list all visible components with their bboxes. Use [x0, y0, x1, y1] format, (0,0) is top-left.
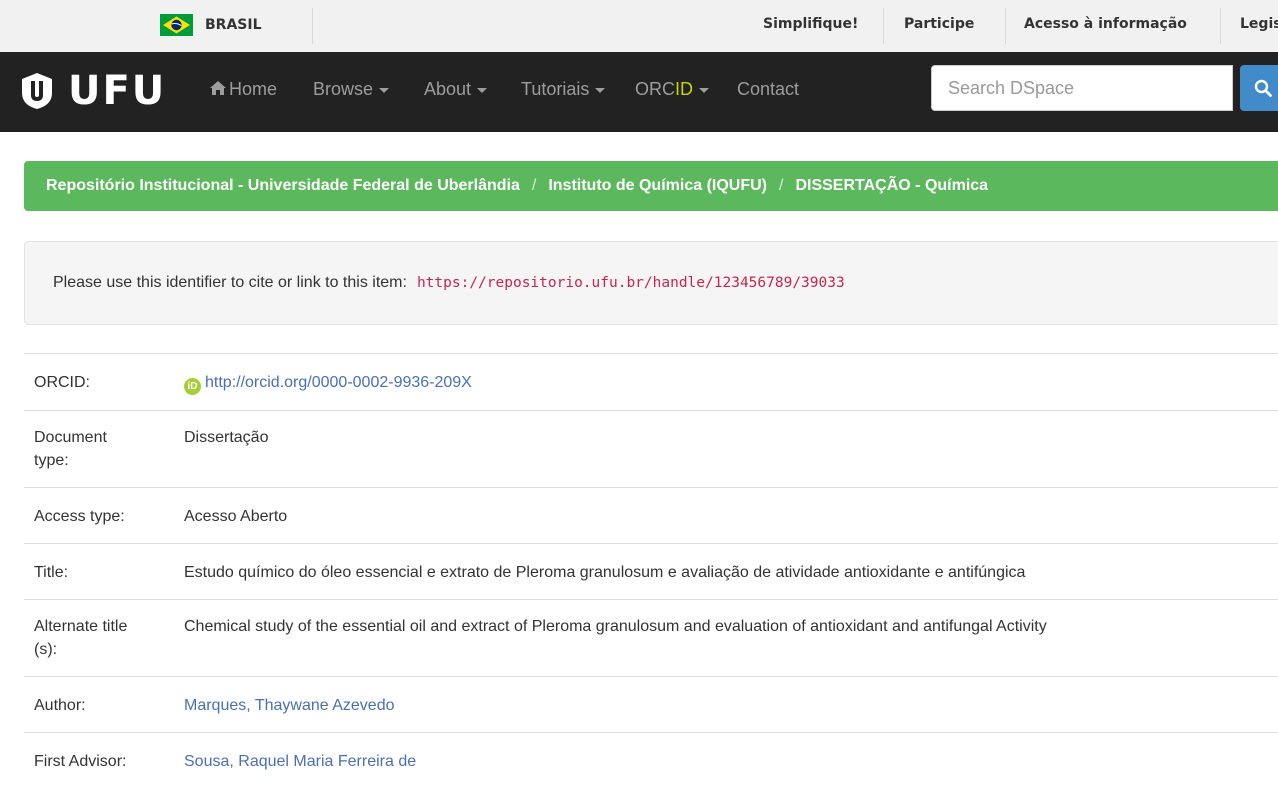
author-link[interactable]: Marques, Thaywane Azevedo	[184, 697, 395, 714]
title-label: Title:	[34, 544, 154, 599]
orcid-icon: iD	[184, 378, 201, 395]
breadcrumb: Repositório Institucional - Universidade…	[24, 161, 1278, 211]
breadcrumb-item-repository[interactable]: Repositório Institucional - Universidade…	[46, 177, 520, 195]
table-row-title: Title: Estudo químico do óleo essencial …	[24, 544, 1278, 600]
gov-country-label: BRASIL	[205, 17, 262, 33]
document-type-label-line2: type:	[34, 452, 69, 469]
document-type-value: Dissertação	[184, 411, 1278, 464]
breadcrumb-separator: /	[779, 177, 783, 195]
brazil-flag-icon	[160, 14, 193, 36]
home-icon	[209, 80, 227, 96]
nav-browse-label: Browse	[313, 79, 373, 99]
gov-link-acesso-informacao[interactable]: Acesso à informação	[1024, 16, 1187, 32]
gov-divider	[1220, 8, 1221, 44]
nav-browse[interactable]: Browse	[313, 79, 389, 100]
gov-divider	[883, 8, 884, 44]
chevron-down-icon	[699, 88, 709, 93]
gov-bar: BRASIL Simplifique! Participe Acesso à i…	[0, 0, 1278, 52]
chevron-down-icon	[477, 88, 487, 93]
ufu-shield-icon	[18, 71, 56, 111]
breadcrumb-item-institute[interactable]: Instituto de Química (IQUFU)	[548, 177, 767, 195]
orcid-link[interactable]: http://orcid.org/0000-0002-9936-209X	[205, 374, 472, 391]
title-value: Estudo químico do óleo essencial e extra…	[184, 544, 1278, 599]
nav-orcid[interactable]: ORCID	[635, 79, 709, 100]
nav-contact-label: Contact	[737, 79, 799, 99]
table-row-alternate-title: Alternate title (s): Chemical study of th…	[24, 600, 1278, 677]
search-input[interactable]	[931, 65, 1233, 111]
table-row-document-type: Document type: Dissertação	[24, 411, 1278, 488]
search-icon	[1254, 79, 1272, 97]
gov-link-simplifique[interactable]: Simplifique!	[763, 16, 858, 32]
nav-orcid-label: ORC	[635, 79, 675, 99]
nav-home[interactable]: Home	[209, 79, 277, 100]
alternate-title-value: Chemical study of the essential oil and …	[184, 600, 1278, 653]
handle-url[interactable]: https://repositorio.ufu.br/handle/123456…	[417, 275, 845, 291]
first-advisor-label: First Advisor:	[34, 733, 154, 788]
cite-text: Please use this identifier to cite or li…	[53, 274, 407, 292]
nav-about[interactable]: About	[424, 79, 487, 100]
metadata-table: ORCID: iDhttp://orcid.org/0000-0002-9936…	[24, 353, 1278, 788]
table-row-first-advisor: First Advisor: Sousa, Raquel Maria Ferre…	[24, 733, 1278, 788]
nav-orcid-id-label: ID	[675, 79, 693, 99]
access-type-label: Access type:	[34, 488, 154, 543]
breadcrumb-separator: /	[532, 177, 536, 195]
gov-link-participe[interactable]: Participe	[904, 16, 974, 32]
gov-link-legislacao[interactable]: Legislação	[1240, 16, 1278, 32]
nav-tutoriais[interactable]: Tutoriais	[521, 79, 605, 100]
navbar: UFU Home Browse About Tutoriais ORCID Co…	[0, 52, 1278, 132]
search-button[interactable]	[1240, 65, 1278, 111]
table-row-access-type: Access type: Acesso Aberto	[24, 488, 1278, 544]
chevron-down-icon	[379, 88, 389, 93]
first-advisor-link[interactable]: Sousa, Raquel Maria Ferreira de	[184, 753, 416, 770]
gov-divider	[1005, 8, 1006, 44]
table-row-orcid: ORCID: iDhttp://orcid.org/0000-0002-9936…	[24, 354, 1278, 411]
author-label: Author:	[34, 677, 154, 732]
nav-contact[interactable]: Contact	[737, 79, 799, 100]
alternate-title-label: Alternate title (s):	[34, 600, 154, 676]
document-type-label-line1: Document	[34, 429, 107, 446]
table-row-author: Author: Marques, Thaywane Azevedo	[24, 677, 1278, 733]
access-type-value: Acesso Aberto	[184, 488, 1278, 543]
cite-identifier-box: Please use this identifier to cite or li…	[24, 241, 1278, 325]
breadcrumb-item-collection[interactable]: DISSERTAÇÃO - Química	[795, 177, 988, 195]
gov-brasil-link[interactable]: BRASIL	[160, 9, 262, 41]
ufu-logo[interactable]: UFU	[18, 68, 166, 114]
logo-text: UFU	[68, 68, 166, 114]
nav-tutoriais-label: Tutoriais	[521, 79, 589, 99]
nav-home-label: Home	[229, 79, 277, 99]
alternate-title-label-line1: Alternate title	[34, 618, 127, 635]
alternate-title-label-line2: (s):	[34, 641, 57, 658]
nav-about-label: About	[424, 79, 471, 99]
orcid-label: ORCID:	[34, 354, 154, 409]
document-type-label: Document type:	[34, 411, 154, 487]
gov-divider	[312, 8, 313, 44]
chevron-down-icon	[595, 88, 605, 93]
